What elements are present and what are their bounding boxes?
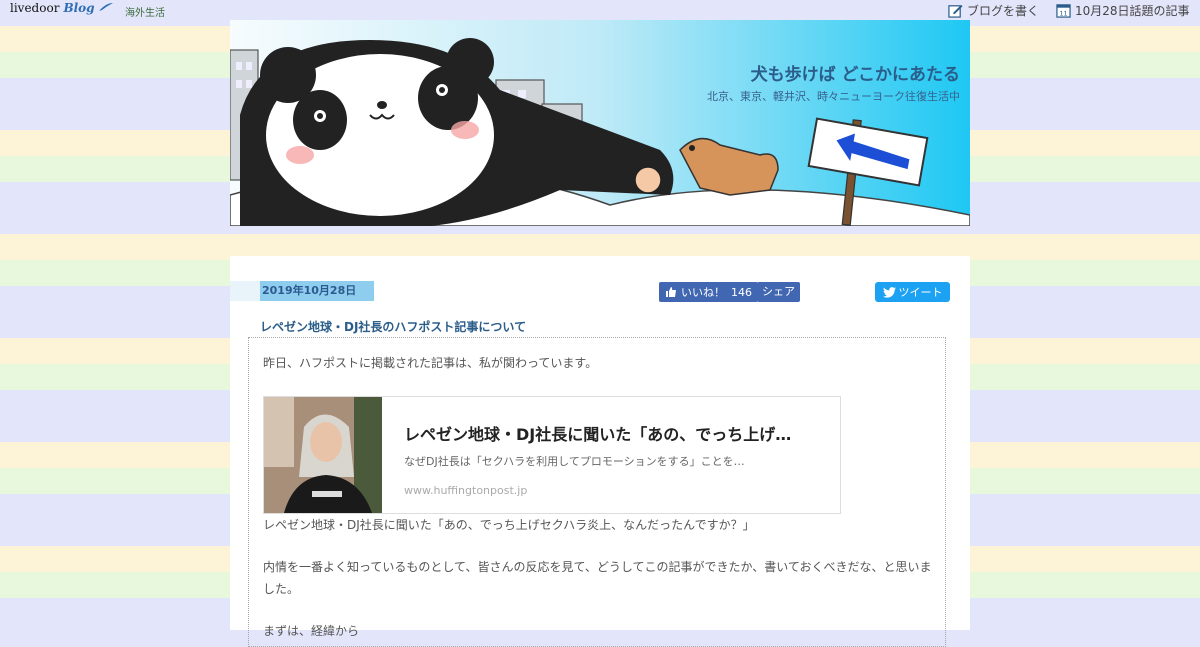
link-card[interactable]: レペゼン地球・DJ社長に聞いた「あの、でっち上げ… なぜDJ社長は「セクハラを利… [263,396,841,514]
date-row: 2019年10月28日 [230,281,970,301]
logo-main-text: livedoor [10,1,60,15]
facebook-share-button[interactable]: シェア [757,282,800,302]
trending-articles-link[interactable]: 11 10月28日話題の記事 [1056,2,1190,19]
write-blog-link[interactable]: ブログを書く [948,2,1039,19]
header-illustration [230,20,970,226]
blog-header[interactable]: 犬も歩けば どこかにあたる 北京、東京、軽井沢、時々ニューヨーク往復生活中 [230,20,970,226]
category-link[interactable]: 海外生活 [125,4,165,19]
link-card-description: なぜDJ社長は「セクハラを利用してプロモーションをする」ことを… [404,455,745,468]
blog-title[interactable]: 犬も歩けば どこかにあたる [751,60,960,85]
link-card-url: www.huffingtonpost.jp [404,484,528,497]
date-strip [230,281,260,301]
like-label: いいね！ [681,286,725,299]
livedoor-blog-logo[interactable]: livedoor Blog [10,1,114,15]
post-date: 2019年10月28日 [260,281,374,301]
post-paragraph-link-text: レペゼン地球・DJ社長に聞いた「あの、でっち上げセクハラ炎上、なんだったんですか… [263,518,755,532]
person-photo-image [264,397,382,513]
thumbs-up-icon [666,287,676,297]
post-title[interactable]: レペゼン地球・DJ社長のハフポスト記事について [260,318,526,335]
feather-icon [99,3,114,11]
facebook-like-button[interactable]: いいね！ 146 [659,282,758,302]
post-paragraph-intro: 昨日、ハフポストに掲載された記事は、私が関わっています。 [263,356,598,370]
post-paragraph-reason: 内情を一番よく知っているものとして、皆さんの反応を見て、どうしてこの記事ができた… [263,560,932,596]
tweet-button[interactable]: ツイート [875,282,950,302]
tweet-label: ツイート [898,286,943,299]
link-card-thumbnail [264,397,382,513]
top-bar: livedoor Blog 海外生活 ブログを書く 11 10月28日話題の記事 [0,0,1200,20]
twitter-bird-icon [882,286,896,298]
logo-blog-text: Blog [63,1,95,15]
write-blog-label: ブログを書く [967,4,1040,18]
like-count: 146 [731,285,752,299]
blog-subtitle: 北京、東京、軽井沢、時々ニューヨーク往復生活中 [707,90,960,103]
post-body: 昨日、ハフポストに掲載された記事は、私が関わっています。 レペゼン地球・DJ社長… [248,337,946,647]
calendar-day-number: 11 [1059,10,1067,18]
main-content: 2019年10月28日 いいね！ 146 シェア ツイート レペゼン地球・DJ社… [230,256,970,647]
post-paragraph-background: まずは、経緯から [263,624,360,638]
calendar-icon: 11 [1056,4,1071,18]
link-card-title: レペゼン地球・DJ社長に聞いた「あの、でっち上げ… [404,425,792,444]
edit-icon [948,4,963,18]
trending-articles-label: 10月28日話題の記事 [1075,4,1190,18]
